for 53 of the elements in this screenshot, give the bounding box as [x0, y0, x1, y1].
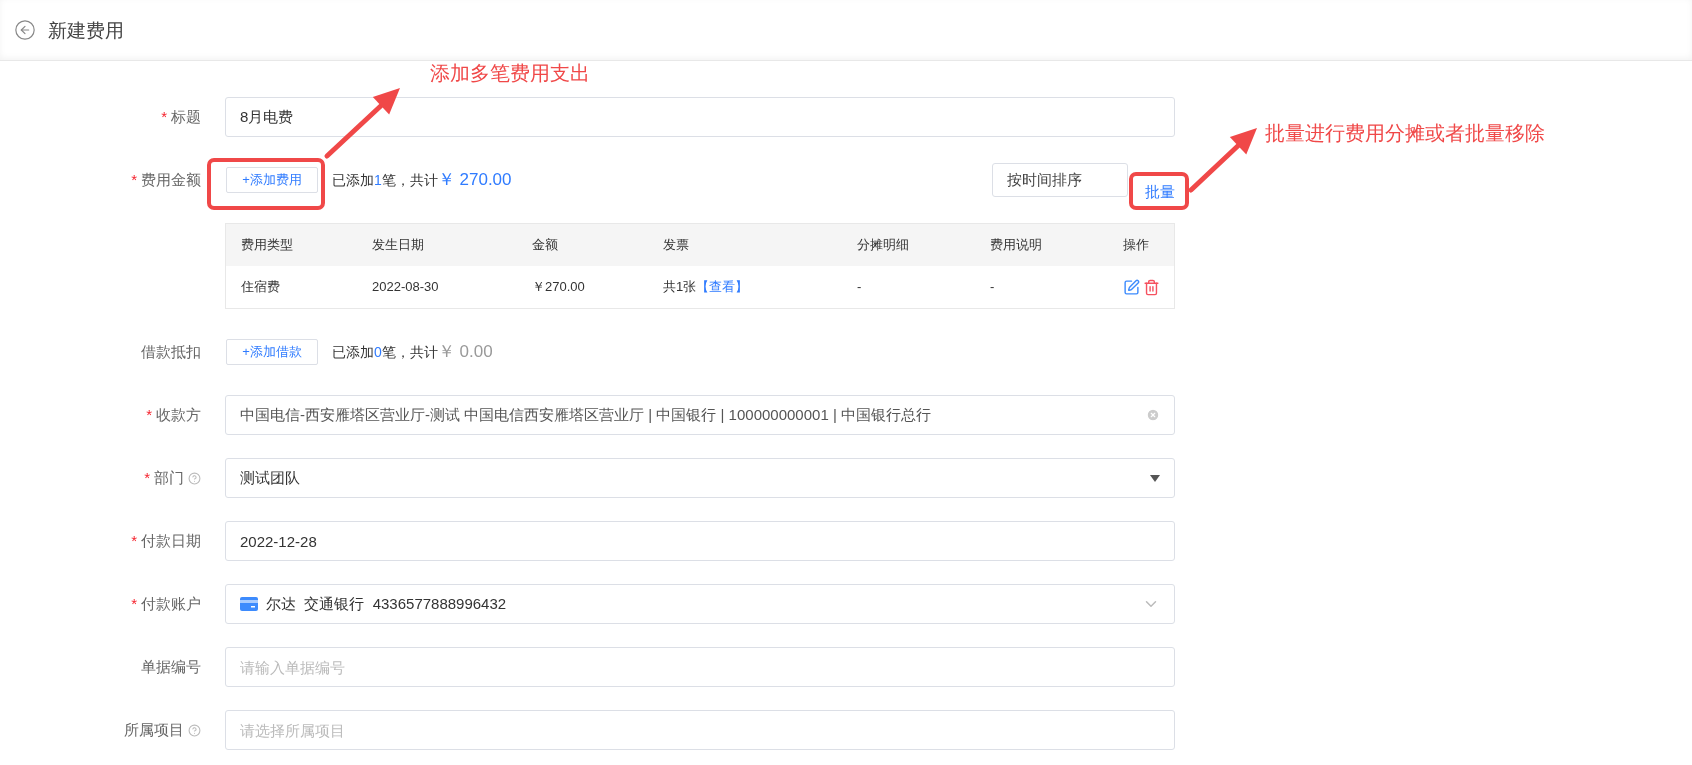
required-mark: *	[144, 467, 150, 488]
field-label: 部门	[154, 467, 184, 488]
field-label: 付款日期	[141, 530, 201, 551]
annotation-text: 添加多笔费用支出	[430, 60, 590, 87]
edit-icon[interactable]	[1123, 278, 1140, 296]
field-label: 费用金额	[141, 169, 201, 190]
table-cell-text: 2022-08-30	[372, 278, 440, 297]
table-cell-text: 住宿费	[241, 278, 281, 297]
table-cell-text: -	[990, 278, 996, 297]
table-cell-text: 共1张	[663, 278, 697, 297]
batch-link[interactable]: 批量	[1145, 180, 1175, 203]
add-button[interactable]: +添加费用	[226, 167, 318, 193]
payee-field[interactable]: 中国电信-西安雁塔区营业厅-测试 中国电信西安雁塔区营业厅 | 中国银行 | 100000000001 | 中国银行总行	[225, 395, 1175, 435]
field-label: 所属项目	[124, 719, 184, 740]
required-mark: *	[146, 404, 152, 425]
back-icon[interactable]	[14, 19, 36, 41]
highlight-frame	[1129, 172, 1189, 210]
column-header: 金额	[532, 236, 559, 255]
field-label: 付款账户	[141, 593, 201, 614]
required-mark: *	[131, 593, 137, 614]
field-label: 单据编号	[141, 656, 201, 677]
help-icon[interactable]	[188, 723, 201, 737]
arrow-drawing	[1188, 128, 1257, 193]
field-label: 借款抵扣	[141, 341, 201, 362]
column-header: 费用说明	[990, 236, 1043, 255]
column-header: 费用类型	[241, 236, 294, 255]
input-field[interactable]: 请输入单据编号	[225, 647, 1175, 687]
column-header: 分摊明细	[857, 236, 910, 255]
dropdown-caret-icon[interactable]	[1150, 474, 1160, 482]
field-label: 收款方	[156, 404, 201, 425]
input-field[interactable]: 2022-12-28	[225, 521, 1175, 561]
summary-text: 已添加0笔，共计￥ 0.00	[332, 341, 493, 364]
view-link[interactable]: 【查看】	[696, 277, 749, 297]
sort-dropdown[interactable]: 按时间排序	[992, 163, 1128, 197]
required-mark: *	[131, 530, 137, 551]
required-mark: *	[161, 106, 167, 127]
input-field[interactable]: 请选择所属项目	[225, 710, 1175, 750]
input-field[interactable]: 8月电费	[225, 97, 1175, 137]
column-header: 发票	[663, 236, 690, 255]
field-label: 标题	[171, 106, 201, 127]
select-field[interactable]: 测试团队	[225, 458, 1175, 498]
column-header: 操作	[1123, 236, 1150, 255]
annotation-text: 批量进行费用分摊或者批量移除	[1265, 120, 1545, 147]
table-cell-text: -	[857, 278, 863, 297]
table-cell-text: ￥270.00	[532, 278, 586, 297]
add-button[interactable]: +添加借款	[226, 339, 318, 365]
required-mark: *	[131, 169, 137, 190]
select-field[interactable]: 尔达 交通银行 4336577888996432	[225, 584, 1175, 624]
help-icon[interactable]	[188, 471, 201, 485]
delete-icon[interactable]	[1143, 278, 1160, 296]
column-header: 发生日期	[372, 236, 425, 255]
page-title: 新建费用	[48, 17, 124, 43]
summary-text: 已添加1笔，共计￥ 270.00	[332, 169, 512, 192]
